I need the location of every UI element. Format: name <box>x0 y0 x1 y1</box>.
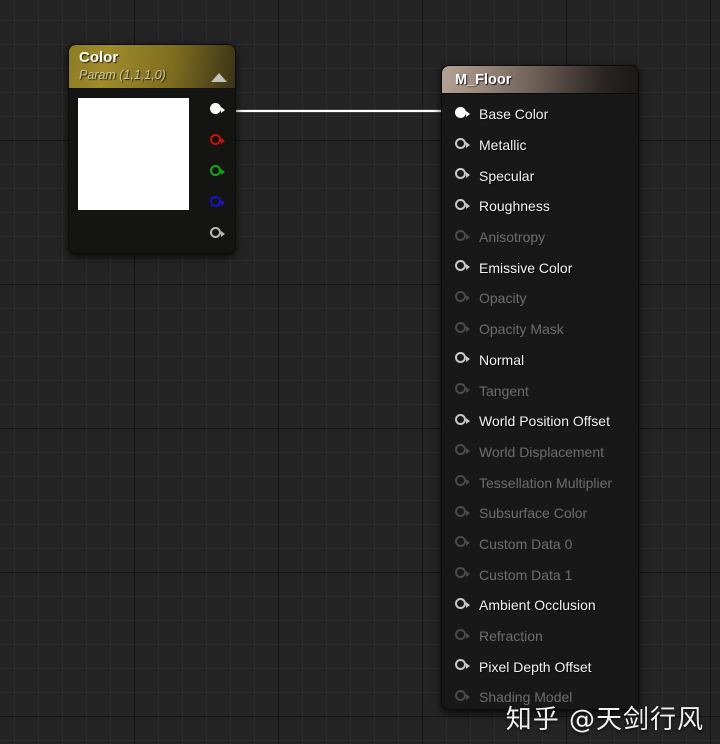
color-output-pins <box>210 95 225 250</box>
mfloor-node-title: M_Floor <box>455 71 512 88</box>
input-pin-icon[interactable] <box>455 413 470 429</box>
watermark-text: 知乎 @天剑行风 <box>505 705 704 735</box>
output-pin-row-g[interactable] <box>210 157 225 188</box>
color-node-title: Color <box>79 49 119 66</box>
input-pin-row[interactable]: Emissive Color <box>442 252 638 283</box>
input-pin-label: Tessellation Multiplier <box>479 474 613 491</box>
input-pin-row[interactable]: Refraction <box>442 621 638 652</box>
input-pin-row[interactable]: Pixel Depth Offset <box>442 651 638 682</box>
color-node-subtitle: Param (1,1,1,0) <box>79 68 166 82</box>
input-pin-row[interactable]: Custom Data 1 <box>442 559 638 590</box>
mfloor-node-title-bar[interactable]: M_Floor <box>442 66 638 94</box>
input-pin-label: Opacity Mask <box>479 321 564 338</box>
input-pin-icon[interactable] <box>455 689 470 705</box>
node-material-output[interactable]: M_Floor Base Color Metallic Specular Roughn… <box>441 65 639 710</box>
color-node-title-bar[interactable]: Color Param (1,1,1,0) <box>69 45 235 89</box>
output-pin-row-r[interactable] <box>210 126 225 157</box>
input-pin-icon[interactable] <box>455 597 470 613</box>
input-pin-label: Custom Data 0 <box>479 535 573 552</box>
input-pin-row[interactable]: Anisotropy <box>442 222 638 253</box>
input-pin-icon[interactable] <box>455 168 470 183</box>
input-pin-row[interactable]: Custom Data 0 <box>442 529 638 560</box>
input-pin-label: Opacity <box>479 290 527 307</box>
node-color-param[interactable]: Color Param (1,1,1,0) <box>68 44 236 254</box>
input-pin-icon[interactable] <box>455 260 470 275</box>
input-pin-row[interactable]: Subsurface Color <box>442 498 638 529</box>
input-pin-label: Tangent <box>479 382 529 399</box>
output-pin-row-a[interactable] <box>210 219 225 250</box>
input-pin-row[interactable]: Opacity <box>442 283 638 314</box>
pin-rgba-icon[interactable] <box>210 103 225 118</box>
input-pin-icon[interactable] <box>455 628 470 644</box>
pin-r-icon[interactable] <box>210 134 225 149</box>
input-pin-row[interactable]: Tangent <box>442 375 638 406</box>
input-pin-label: Ambient Occlusion <box>479 597 596 614</box>
input-pin-icon[interactable] <box>455 229 470 245</box>
pin-a-icon[interactable] <box>210 227 225 242</box>
input-pin-icon[interactable] <box>455 536 470 551</box>
input-pin-icon[interactable] <box>455 352 470 367</box>
input-pin-icon[interactable] <box>455 444 470 459</box>
input-pin-icon[interactable] <box>455 567 470 582</box>
input-pin-icon[interactable] <box>455 137 470 153</box>
input-pin-label: Roughness <box>479 198 550 215</box>
pin-b-icon[interactable] <box>210 196 225 211</box>
input-pin-icon[interactable] <box>455 290 470 306</box>
input-pin-row[interactable]: Tessellation Multiplier <box>442 467 638 498</box>
graph-canvas[interactable]: Color Param (1,1,1,0) M_Floor Base Color… <box>0 0 720 744</box>
mfloor-input-pin-list: Base Color Metallic Specular Roughness Aniso… <box>442 94 638 709</box>
input-pin-label: Pixel Depth Offset <box>479 658 592 675</box>
input-pin-icon[interactable] <box>455 321 470 337</box>
input-pin-label: Metallic <box>479 137 527 154</box>
input-pin-row[interactable]: World Position Offset <box>442 406 638 437</box>
input-pin-row[interactable]: World Displacement <box>442 437 638 468</box>
input-pin-row[interactable]: Roughness <box>442 191 638 222</box>
output-pin-row-b[interactable] <box>210 188 225 219</box>
input-pin-icon[interactable] <box>455 475 470 490</box>
input-pin-label: Emissive Color <box>479 259 573 276</box>
input-pin-row[interactable]: Normal <box>442 345 638 376</box>
input-pin-label: Anisotropy <box>479 229 546 246</box>
input-pin-icon[interactable] <box>455 106 470 122</box>
input-pin-label: Refraction <box>479 628 543 645</box>
input-pin-icon[interactable] <box>455 659 470 674</box>
color-swatch[interactable] <box>78 98 189 210</box>
input-pin-row[interactable]: Opacity Mask <box>442 314 638 345</box>
input-pin-icon[interactable] <box>455 505 470 521</box>
input-pin-row[interactable]: Specular <box>442 160 638 191</box>
triangle-up-icon[interactable] <box>211 73 227 82</box>
input-pin-label: World Position Offset <box>479 413 610 430</box>
input-pin-label: Custom Data 1 <box>479 566 573 583</box>
input-pin-label: Base Color <box>479 106 549 123</box>
pin-g-icon[interactable] <box>210 165 225 180</box>
input-pin-row[interactable]: Base Color <box>442 99 638 130</box>
input-pin-row[interactable]: Metallic <box>442 130 638 161</box>
input-pin-label: Normal <box>479 351 525 368</box>
input-pin-row[interactable]: Ambient Occlusion <box>442 590 638 621</box>
input-pin-label: Specular <box>479 167 535 184</box>
input-pin-label: World Displacement <box>479 443 605 460</box>
input-pin-icon[interactable] <box>455 198 470 214</box>
input-pin-label: Subsurface Color <box>479 505 588 522</box>
input-pin-icon[interactable] <box>455 383 470 398</box>
color-node-body <box>69 89 235 252</box>
output-pin-row-rgba[interactable] <box>210 95 225 126</box>
